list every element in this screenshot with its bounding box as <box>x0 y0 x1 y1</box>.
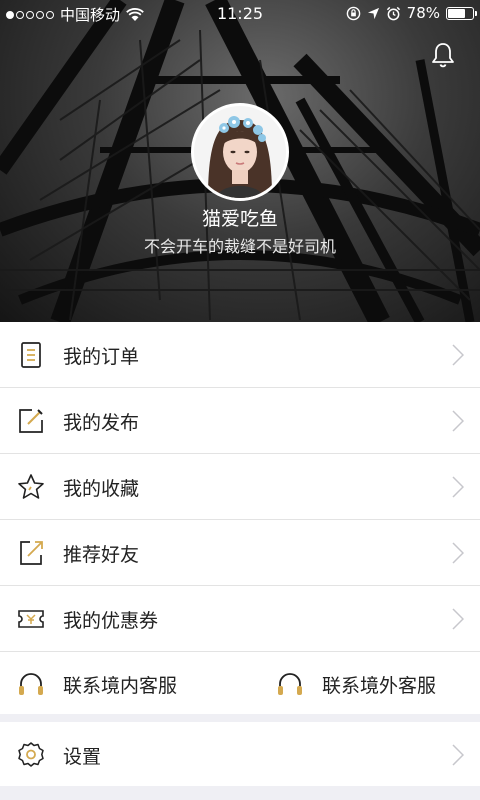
menu-item-my-posts[interactable]: 我的发布 <box>0 387 480 453</box>
contact-overseas-service-button[interactable]: 联系境外客服 <box>275 652 436 717</box>
menu-item-recommend-friends[interactable]: 推荐好友 <box>0 519 480 585</box>
menu-item-label: 推荐好友 <box>63 544 140 566</box>
menu-item-label: 我的收藏 <box>63 478 140 500</box>
chevron-right-icon <box>452 344 464 366</box>
menu-item-label: 我的订单 <box>63 346 140 368</box>
bottom-spacer <box>0 786 480 800</box>
headset-icon <box>278 672 302 695</box>
battery-icon <box>446 6 477 20</box>
menu-item-label: 设置 <box>63 746 102 768</box>
battery-percent: 78% <box>406 4 440 22</box>
alarm-icon <box>386 6 400 20</box>
gear-icon <box>18 742 44 767</box>
avatar-image <box>194 106 286 198</box>
menu-item-my-coupons[interactable]: 我的优惠券 <box>0 585 480 651</box>
chevron-right-icon <box>452 744 464 766</box>
notification-bell-icon[interactable] <box>428 40 458 70</box>
menu-item-my-orders[interactable]: 我的订单 <box>0 322 480 387</box>
menu-item-label: 我的优惠券 <box>63 610 159 632</box>
section-divider <box>0 714 480 722</box>
menu-item-label: 我的发布 <box>63 412 140 434</box>
coupon-icon <box>18 610 44 628</box>
edit-post-icon <box>19 409 43 433</box>
contact-overseas-service-label: 联系境外客服 <box>322 675 437 697</box>
share-arrow-icon <box>20 541 43 565</box>
menu-list: 我的订单 我的发布 我的收藏 推荐好友 我的优惠券 联系境内客服 联系境外客服 <box>0 322 480 717</box>
username: 猫爱吃鱼 <box>201 208 278 230</box>
star-icon <box>18 474 44 499</box>
order-list-icon <box>21 342 41 368</box>
avatar[interactable] <box>191 103 289 201</box>
chevron-right-icon <box>452 476 464 498</box>
menu-item-my-favorites[interactable]: 我的收藏 <box>0 453 480 519</box>
rotation-lock-icon <box>346 6 360 20</box>
location-arrow-icon <box>367 7 379 19</box>
user-bio: 不会开车的裁缝不是好司机 <box>143 237 336 256</box>
customer-service-row: 联系境内客服 联系境外客服 <box>0 651 480 717</box>
status-bar: 中国移动 11:25 78% <box>0 0 480 28</box>
menu-item-settings[interactable]: 设置 <box>0 722 480 786</box>
chevron-right-icon <box>452 410 464 432</box>
contact-domestic-service-label: 联系境内客服 <box>63 675 178 697</box>
headset-icon <box>19 672 43 695</box>
profile-header: 中国移动 11:25 78% 猫爱吃鱼 不会开车的裁缝不是好司机 <box>0 0 480 322</box>
chevron-right-icon <box>452 608 464 630</box>
chevron-right-icon <box>452 542 464 564</box>
contact-domestic-service-button[interactable]: 联系境内客服 <box>16 652 177 717</box>
